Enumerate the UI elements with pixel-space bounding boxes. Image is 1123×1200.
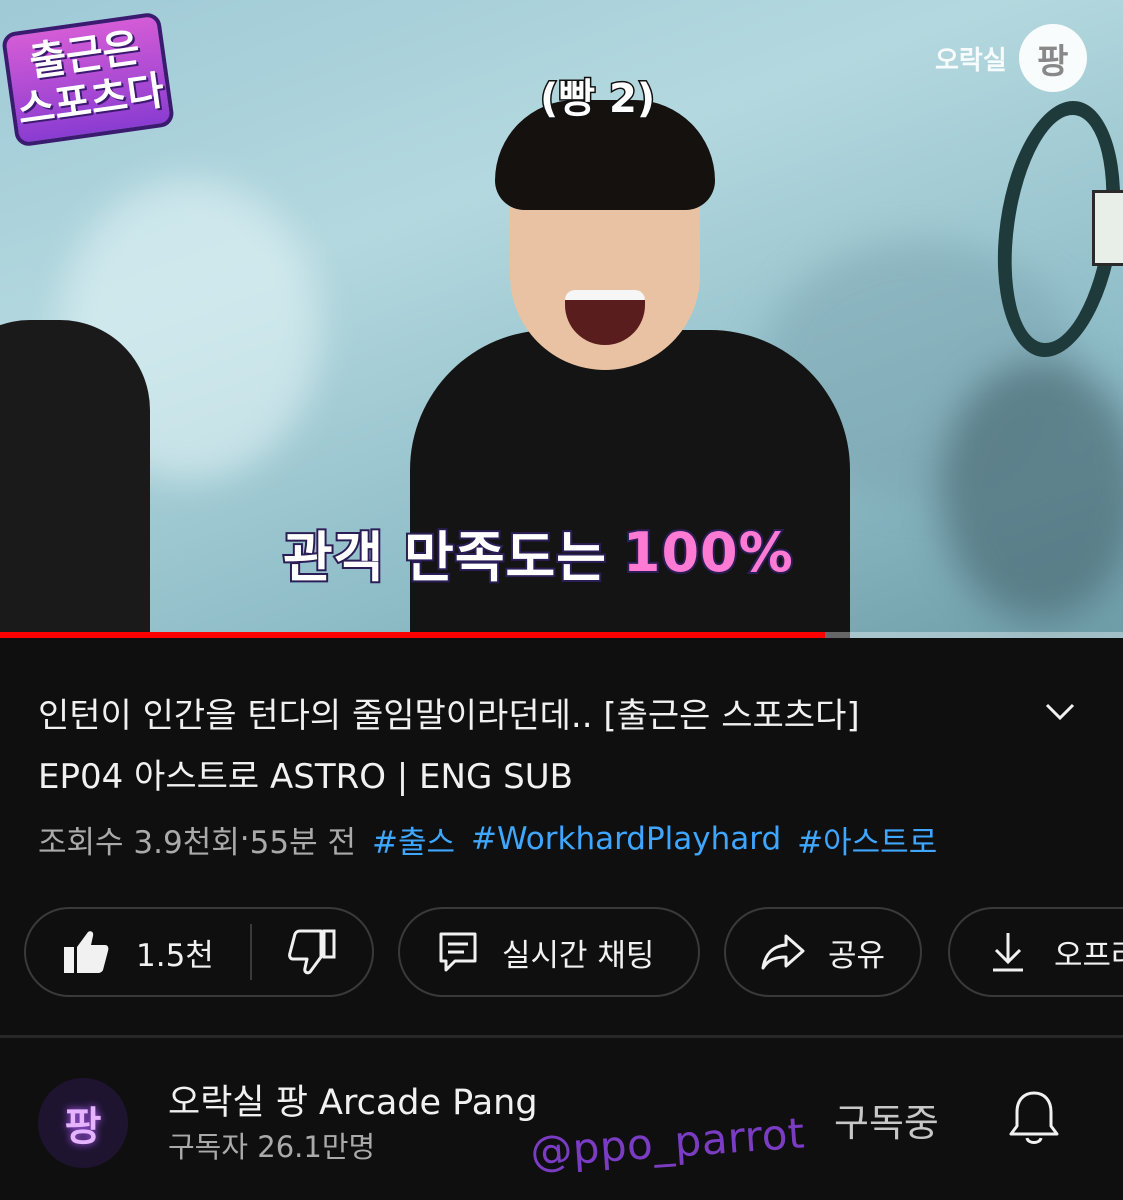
thumbs-down-icon xyxy=(288,929,336,975)
channel-name[interactable]: 오락실 팡 Arcade Pang xyxy=(168,1074,538,1125)
channel-avatar[interactable]: 팡 xyxy=(38,1078,128,1168)
person-left xyxy=(0,320,150,638)
view-count: 조회수 3.9천회 xyxy=(38,824,240,861)
title-line2: EP04 아스트로 ASTRO | ENG SUB xyxy=(38,757,573,797)
show-logo-badge: 출근은 스포츠다 xyxy=(0,11,176,148)
subscriber-count: 구독자 26.1만명 xyxy=(168,1130,376,1164)
watermark-text: 오락실 xyxy=(935,45,1007,76)
subscribed-button[interactable]: 구독중 xyxy=(834,1092,939,1147)
action-bar: 1.5천 실시간 채팅 공유 오프 xyxy=(24,907,1123,1001)
subtitle-top: (빵 2) xyxy=(538,75,656,124)
share-label: 공유 xyxy=(828,937,886,974)
thumbs-up-icon xyxy=(62,929,110,975)
offline-save-button[interactable]: 오프라 xyxy=(948,907,1123,997)
section-divider xyxy=(0,1035,1123,1038)
meta-separator: · xyxy=(239,821,250,857)
upload-age: 55분 전 xyxy=(249,824,356,861)
video-title[interactable]: 인턴이 인간을 턴다의 줄임말이라던데.. [출근은 스포츠다] EP04 아스… xyxy=(38,686,998,808)
subtitle-main: 관객 만족도는 xyxy=(281,524,608,591)
like-dislike-pill: 1.5천 xyxy=(24,907,374,997)
watermark-logo: 팡 xyxy=(1018,24,1087,92)
hashtag[interactable]: #아스트로 xyxy=(797,817,937,862)
progress-bar[interactable] xyxy=(0,632,1123,638)
channel-watermark: 오락실 팡 xyxy=(935,22,1087,94)
download-icon xyxy=(990,931,1026,973)
subtitle-bottom: 관객 만족도는 100% xyxy=(281,518,795,591)
hashtag[interactable]: #WorkhardPlayhard xyxy=(471,821,781,857)
hashtag[interactable]: #출스 xyxy=(372,817,455,862)
title-line1: 인턴이 인간을 턴다의 줄임말이라던데.. [출근은 스포츠다] xyxy=(38,696,860,736)
share-button[interactable]: 공유 xyxy=(724,907,922,997)
like-count: 1.5천 xyxy=(136,937,214,974)
video-meta: 조회수 3.9천회 · 55분 전 #출스 #WorkhardPlayhard … xyxy=(38,816,937,862)
chat-icon xyxy=(438,931,478,973)
user-watermark-handle: @ppo_parrot xyxy=(528,1108,807,1177)
subtitle-accent: 100% xyxy=(621,519,795,586)
live-chat-button[interactable]: 실시간 채팅 xyxy=(398,907,700,997)
bell-icon[interactable] xyxy=(1006,1088,1062,1150)
progress-fill xyxy=(0,632,826,638)
live-chat-label: 실시간 채팅 xyxy=(502,937,655,974)
like-button[interactable]: 1.5천 xyxy=(26,929,250,975)
dislike-button[interactable] xyxy=(252,929,372,975)
video-background xyxy=(940,360,1123,620)
video-player[interactable]: 출근은 스포츠다 오락실 팡 (빵 2) 관객 만족도는 100% xyxy=(0,0,1123,638)
offline-label: 오프라 xyxy=(1054,937,1123,974)
avatar-logo: 팡 xyxy=(64,1104,102,1150)
wall-sign xyxy=(1092,190,1123,266)
share-icon xyxy=(760,933,806,971)
chevron-down-icon[interactable] xyxy=(1040,692,1080,732)
